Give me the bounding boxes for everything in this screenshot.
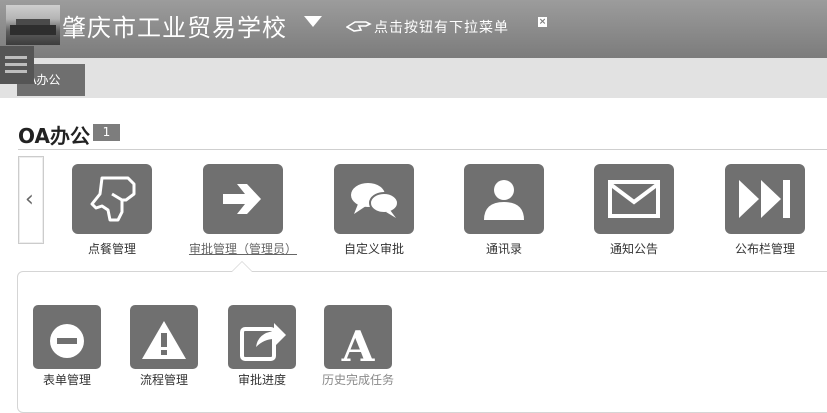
subtile-label-completed-tasks[interactable]: 历史完成任务 <box>298 371 418 388</box>
share-icon <box>240 323 286 361</box>
chevron-left-icon: ‹ <box>25 187 34 212</box>
chat-bubbles-icon <box>351 183 399 218</box>
tile-contacts[interactable] <box>464 164 544 234</box>
subtile-form-management[interactable] <box>33 305 101 369</box>
close-hint-button[interactable]: × <box>538 17 547 27</box>
subtile-approval-progress[interactable] <box>228 305 296 369</box>
hint-text: 点击按钮有下拉菜单 <box>374 20 509 36</box>
tile-label-notices[interactable]: 通知公告 <box>574 240 694 257</box>
tile-approval-admin[interactable] <box>203 164 283 234</box>
hand-point-icon <box>346 21 372 32</box>
tile-label-custom-approval[interactable]: 自定义审批 <box>314 240 434 257</box>
menu-toggle-button[interactable] <box>0 46 34 84</box>
tile-bulletin-board[interactable] <box>725 164 805 234</box>
page-title: OA办公 <box>18 124 90 148</box>
tile-label-approval-admin[interactable]: 审批管理（管理员） <box>183 240 303 257</box>
subtile-process-management[interactable] <box>130 305 198 369</box>
tile-custom-approval[interactable] <box>334 164 414 234</box>
tile-label-ordering[interactable]: 点餐管理 <box>52 240 172 257</box>
school-name[interactable]: 肇庆市工业贸易学校 <box>62 8 287 43</box>
title-badge: 1 <box>93 124 120 141</box>
tile-notices[interactable] <box>594 164 674 234</box>
minus-circle-icon <box>50 324 84 358</box>
svg-text:A: A <box>341 322 376 369</box>
tile-ordering[interactable] <box>72 164 152 234</box>
arrow-right-icon <box>223 184 261 214</box>
tile-label-bulletin-board[interactable]: 公布栏管理 <box>705 240 825 257</box>
tab-strip <box>0 58 827 98</box>
letter-a-icon: A <box>341 322 376 369</box>
submenu-pointer <box>231 261 253 272</box>
subtile-completed-tasks[interactable]: A <box>324 305 392 369</box>
pointing-hand-icon <box>90 176 136 222</box>
header-bar: 肇庆市工业贸易学校 点击按钮有下拉菜单 × <box>0 0 827 58</box>
fast-forward-icon <box>739 180 790 218</box>
tile-label-contacts[interactable]: 通讯录 <box>444 240 564 257</box>
carousel-prev-button[interactable]: ‹ <box>18 156 44 244</box>
envelope-icon <box>608 180 660 218</box>
school-logo <box>6 5 60 45</box>
caret-down-icon[interactable] <box>303 14 323 28</box>
user-icon <box>484 180 524 220</box>
warning-icon <box>142 321 186 359</box>
divider <box>18 149 827 150</box>
